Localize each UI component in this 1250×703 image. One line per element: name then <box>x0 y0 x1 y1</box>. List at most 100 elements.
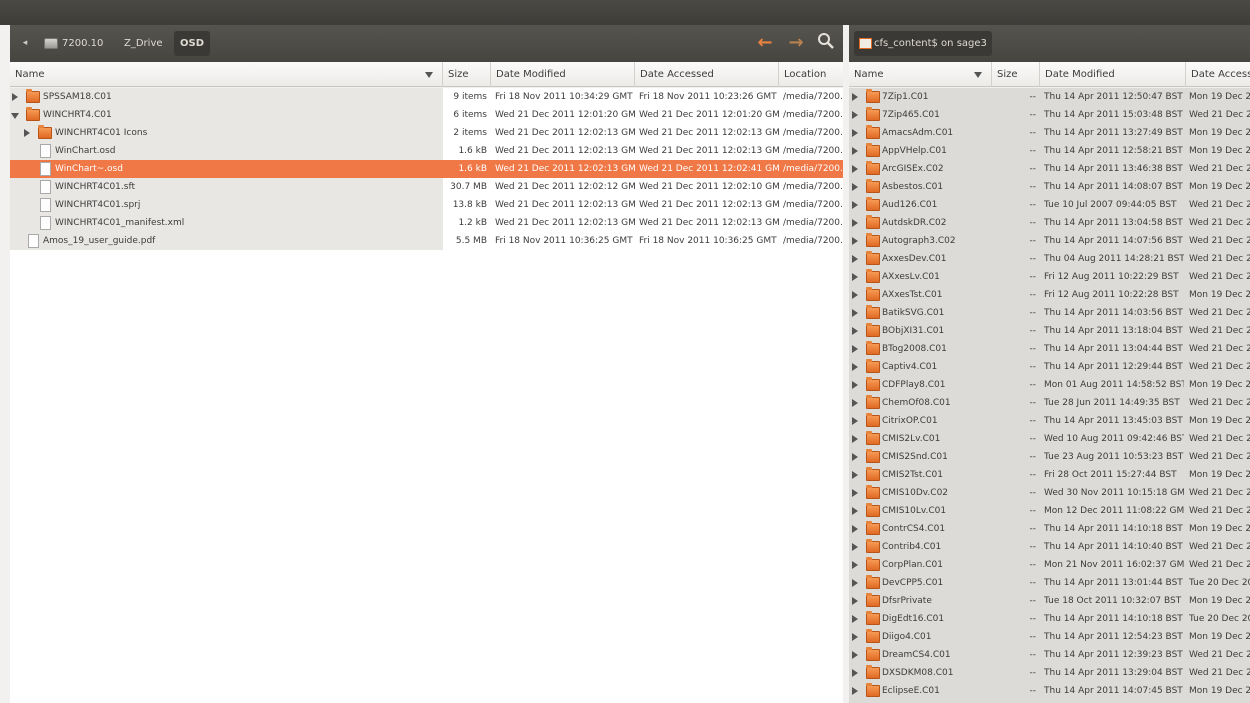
table-row[interactable]: Autograph3.C02 -- Thu 14 Apr 2011 14:07:56… <box>849 232 1250 250</box>
breadcrumb-zdrive[interactable]: Z_Drive <box>124 31 163 56</box>
table-row[interactable]: AppVHelp.C01 -- Thu 14 Apr 2011 12:58:21 B… <box>849 142 1250 160</box>
expander-collapsed-icon[interactable] <box>852 363 858 371</box>
table-row[interactable]: WINCHRT4C01.sprj 13.8 kB Wed 21 Dec 2011 1… <box>10 196 843 214</box>
column-header-size[interactable]: Size <box>443 62 491 87</box>
expander-collapsed-icon[interactable] <box>852 669 858 677</box>
expander-collapsed-icon[interactable] <box>852 435 858 443</box>
expander-collapsed-icon[interactable] <box>852 327 858 335</box>
expander-collapsed-icon[interactable] <box>852 471 858 479</box>
expander-collapsed-icon[interactable] <box>852 147 858 155</box>
table-row[interactable]: WINCHRT4.C01 6 items Wed 21 Dec 2011 12:01… <box>10 106 843 124</box>
table-row[interactable]: DreamCS4.C01 -- Thu 14 Apr 2011 12:39:23 B… <box>849 646 1250 664</box>
expander-collapsed-icon[interactable] <box>852 453 858 461</box>
expander-collapsed-icon[interactable] <box>852 597 858 605</box>
table-row[interactable]: Asbestos.C01 -- Thu 14 Apr 2011 14:08:07 B… <box>849 178 1250 196</box>
expander-collapsed-icon[interactable] <box>852 651 858 659</box>
expander-collapsed-icon[interactable] <box>852 291 858 299</box>
expander-collapsed-icon[interactable] <box>852 255 858 263</box>
table-row[interactable]: WinChart~.osd 1.6 kB Wed 21 Dec 2011 12:02… <box>10 160 843 178</box>
table-row[interactable]: BTog2008.C01 -- Thu 14 Apr 2011 13:04:44 B… <box>849 340 1250 358</box>
expander-collapsed-icon[interactable] <box>852 183 858 191</box>
column-header-size[interactable]: Size <box>992 62 1040 87</box>
right-file-list[interactable]: 7Zip1.C01 -- Thu 14 Apr 2011 12:50:47 BST M… <box>849 88 1250 703</box>
table-row[interactable]: WINCHRT4C01.sft 30.7 MB Wed 21 Dec 2011 12… <box>10 178 843 196</box>
expander-collapsed-icon[interactable] <box>852 525 858 533</box>
expander-collapsed-icon[interactable] <box>852 309 858 317</box>
table-row[interactable]: CitrixOP.C01 -- Thu 14 Apr 2011 13:45:03 B… <box>849 412 1250 430</box>
expander-collapsed-icon[interactable] <box>852 219 858 227</box>
column-header-name[interactable]: Name <box>10 62 443 87</box>
expander-collapsed-icon[interactable] <box>24 129 30 137</box>
expander-collapsed-icon[interactable] <box>852 417 858 425</box>
search-icon[interactable] <box>815 32 837 54</box>
table-row[interactable]: CDFPlay8.C01 -- Mon 01 Aug 2011 14:58:52 B… <box>849 376 1250 394</box>
column-header-date-modified[interactable]: Date Modified <box>491 62 635 87</box>
column-header-date-accessed[interactable]: Date Accessed <box>1186 62 1250 87</box>
table-row[interactable]: ContrCS4.C01 -- Thu 14 Apr 2011 14:10:18 B… <box>849 520 1250 538</box>
back-arrow-icon[interactable]: ← <box>754 32 776 54</box>
table-row[interactable]: Contrib4.C01 -- Thu 14 Apr 2011 14:10:40 B… <box>849 538 1250 556</box>
expander-collapsed-icon[interactable] <box>852 93 858 101</box>
table-row[interactable]: CMIS10Dv.C02 -- Wed 30 Nov 2011 10:15:18 G… <box>849 484 1250 502</box>
expander-collapsed-icon[interactable] <box>852 129 858 137</box>
breadcrumb-7200[interactable]: 7200.10 <box>44 31 103 56</box>
breadcrumb-osd[interactable]: OSD <box>174 31 211 56</box>
expander-collapsed-icon[interactable] <box>852 381 858 389</box>
table-row[interactable]: CMIS10Lv.C01 -- Mon 12 Dec 2011 11:08:22 G… <box>849 502 1250 520</box>
table-row[interactable]: BatikSVG.C01 -- Thu 14 Apr 2011 14:03:56 B… <box>849 304 1250 322</box>
forward-arrow-icon[interactable]: → <box>785 32 807 54</box>
table-row[interactable]: AutdskDR.C02 -- Thu 14 Apr 2011 13:04:58 B… <box>849 214 1250 232</box>
table-row[interactable]: DevCPP5.C01 -- Thu 14 Apr 2011 13:01:44 BS… <box>849 574 1250 592</box>
table-row[interactable]: EclipseE.C01 -- Thu 14 Apr 2011 14:07:45 B… <box>849 682 1250 700</box>
column-header-name[interactable]: Name <box>849 62 992 87</box>
expander-collapsed-icon[interactable] <box>852 345 858 353</box>
table-row[interactable]: WINCHRT4C01 Icons 2 items Wed 21 Dec 2011 … <box>10 124 843 142</box>
column-header-date-modified[interactable]: Date Modified <box>1040 62 1186 87</box>
expander-collapsed-icon[interactable] <box>852 201 858 209</box>
table-row[interactable]: AXxesLv.C01 -- Fri 12 Aug 2011 10:22:29 BS… <box>849 268 1250 286</box>
expander-collapsed-icon[interactable] <box>852 399 858 407</box>
table-row[interactable]: DigEdt16.C01 -- Thu 14 Apr 2011 14:10:18 B… <box>849 610 1250 628</box>
table-row[interactable]: BObjXI31.C01 -- Thu 14 Apr 2011 13:18:04 B… <box>849 322 1250 340</box>
table-row[interactable]: DXSDKM08.C01 -- Thu 14 Apr 2011 13:29:04 B… <box>849 664 1250 682</box>
expander-collapsed-icon[interactable] <box>852 489 858 497</box>
table-row[interactable]: 7Zip1.C01 -- Thu 14 Apr 2011 12:50:47 BST M… <box>849 88 1250 106</box>
table-row[interactable]: SPSSAM18.C01 9 items Fri 18 Nov 2011 10:34… <box>10 88 843 106</box>
table-row[interactable]: AmacsAdm.C01 -- Thu 14 Apr 2011 13:27:49 B… <box>849 124 1250 142</box>
table-row[interactable]: CMIS2Snd.C01 -- Tue 23 Aug 2011 10:53:23 B… <box>849 448 1250 466</box>
expander-collapsed-icon[interactable] <box>852 111 858 119</box>
expander-collapsed-icon[interactable] <box>852 561 858 569</box>
table-row[interactable]: AXxesTst.C01 -- Fri 12 Aug 2011 10:22:28 B… <box>849 286 1250 304</box>
expander-collapsed-icon[interactable] <box>852 579 858 587</box>
breadcrumb-scroll-left-button[interactable]: ◂ <box>14 32 36 54</box>
expander-collapsed-icon[interactable] <box>852 165 858 173</box>
table-row[interactable]: DfsrPrivate -- Tue 18 Oct 2011 10:32:07 BS… <box>849 592 1250 610</box>
table-row[interactable]: Captiv4.C01 -- Thu 14 Apr 2011 12:29:44 BS… <box>849 358 1250 376</box>
table-row[interactable]: CMIS2Tst.C01 -- Fri 28 Oct 2011 15:27:44 B… <box>849 466 1250 484</box>
expander-collapsed-icon[interactable] <box>852 507 858 515</box>
expander-collapsed-icon[interactable] <box>852 633 858 641</box>
table-row[interactable]: Aud126.C01 -- Tue 10 Jul 2007 09:44:05 BST… <box>849 196 1250 214</box>
table-row[interactable]: WINCHRT4C01_manifest.xml 1.2 kB Wed 21 Dec… <box>10 214 843 232</box>
network-location-button[interactable]: cfs_content$ on sage3 <box>854 31 992 56</box>
table-row[interactable]: Amos_19_user_guide.pdf 5.5 MB Fri 18 Nov 2… <box>10 232 843 250</box>
table-row[interactable]: CMIS2Lv.C01 -- Wed 10 Aug 2011 09:42:46 BS… <box>849 430 1250 448</box>
table-row[interactable]: AxxesDev.C01 -- Thu 04 Aug 2011 14:28:21 B… <box>849 250 1250 268</box>
table-row[interactable]: 7Zip465.C01 -- Thu 14 Apr 2011 15:03:48 BS… <box>849 106 1250 124</box>
folder-name: BTog2008.C01 <box>882 344 947 354</box>
table-row[interactable]: ChemOf08.C01 -- Tue 28 Jun 2011 14:49:35 B… <box>849 394 1250 412</box>
expander-collapsed-icon[interactable] <box>12 93 18 101</box>
table-row[interactable]: WinChart.osd 1.6 kB Wed 21 Dec 2011 12:02:… <box>10 142 843 160</box>
column-header-date-accessed[interactable]: Date Accessed <box>635 62 779 87</box>
expander-collapsed-icon[interactable] <box>852 237 858 245</box>
expander-collapsed-icon[interactable] <box>852 687 858 695</box>
table-row[interactable]: Diigo4.C01 -- Thu 14 Apr 2011 12:54:23 BST… <box>849 628 1250 646</box>
left-file-list[interactable]: SPSSAM18.C01 9 items Fri 18 Nov 2011 10:34… <box>10 88 843 703</box>
column-header-location[interactable]: Location <box>779 62 843 87</box>
expander-collapsed-icon[interactable] <box>852 615 858 623</box>
table-row[interactable]: CorpPlan.C01 -- Mon 21 Nov 2011 16:02:37 G… <box>849 556 1250 574</box>
expander-collapsed-icon[interactable] <box>852 543 858 551</box>
expander-collapsed-icon[interactable] <box>852 273 858 281</box>
table-row[interactable]: ArcGISEx.C02 -- Thu 14 Apr 2011 13:46:38 B… <box>849 160 1250 178</box>
expander-expanded-icon[interactable] <box>11 113 19 119</box>
